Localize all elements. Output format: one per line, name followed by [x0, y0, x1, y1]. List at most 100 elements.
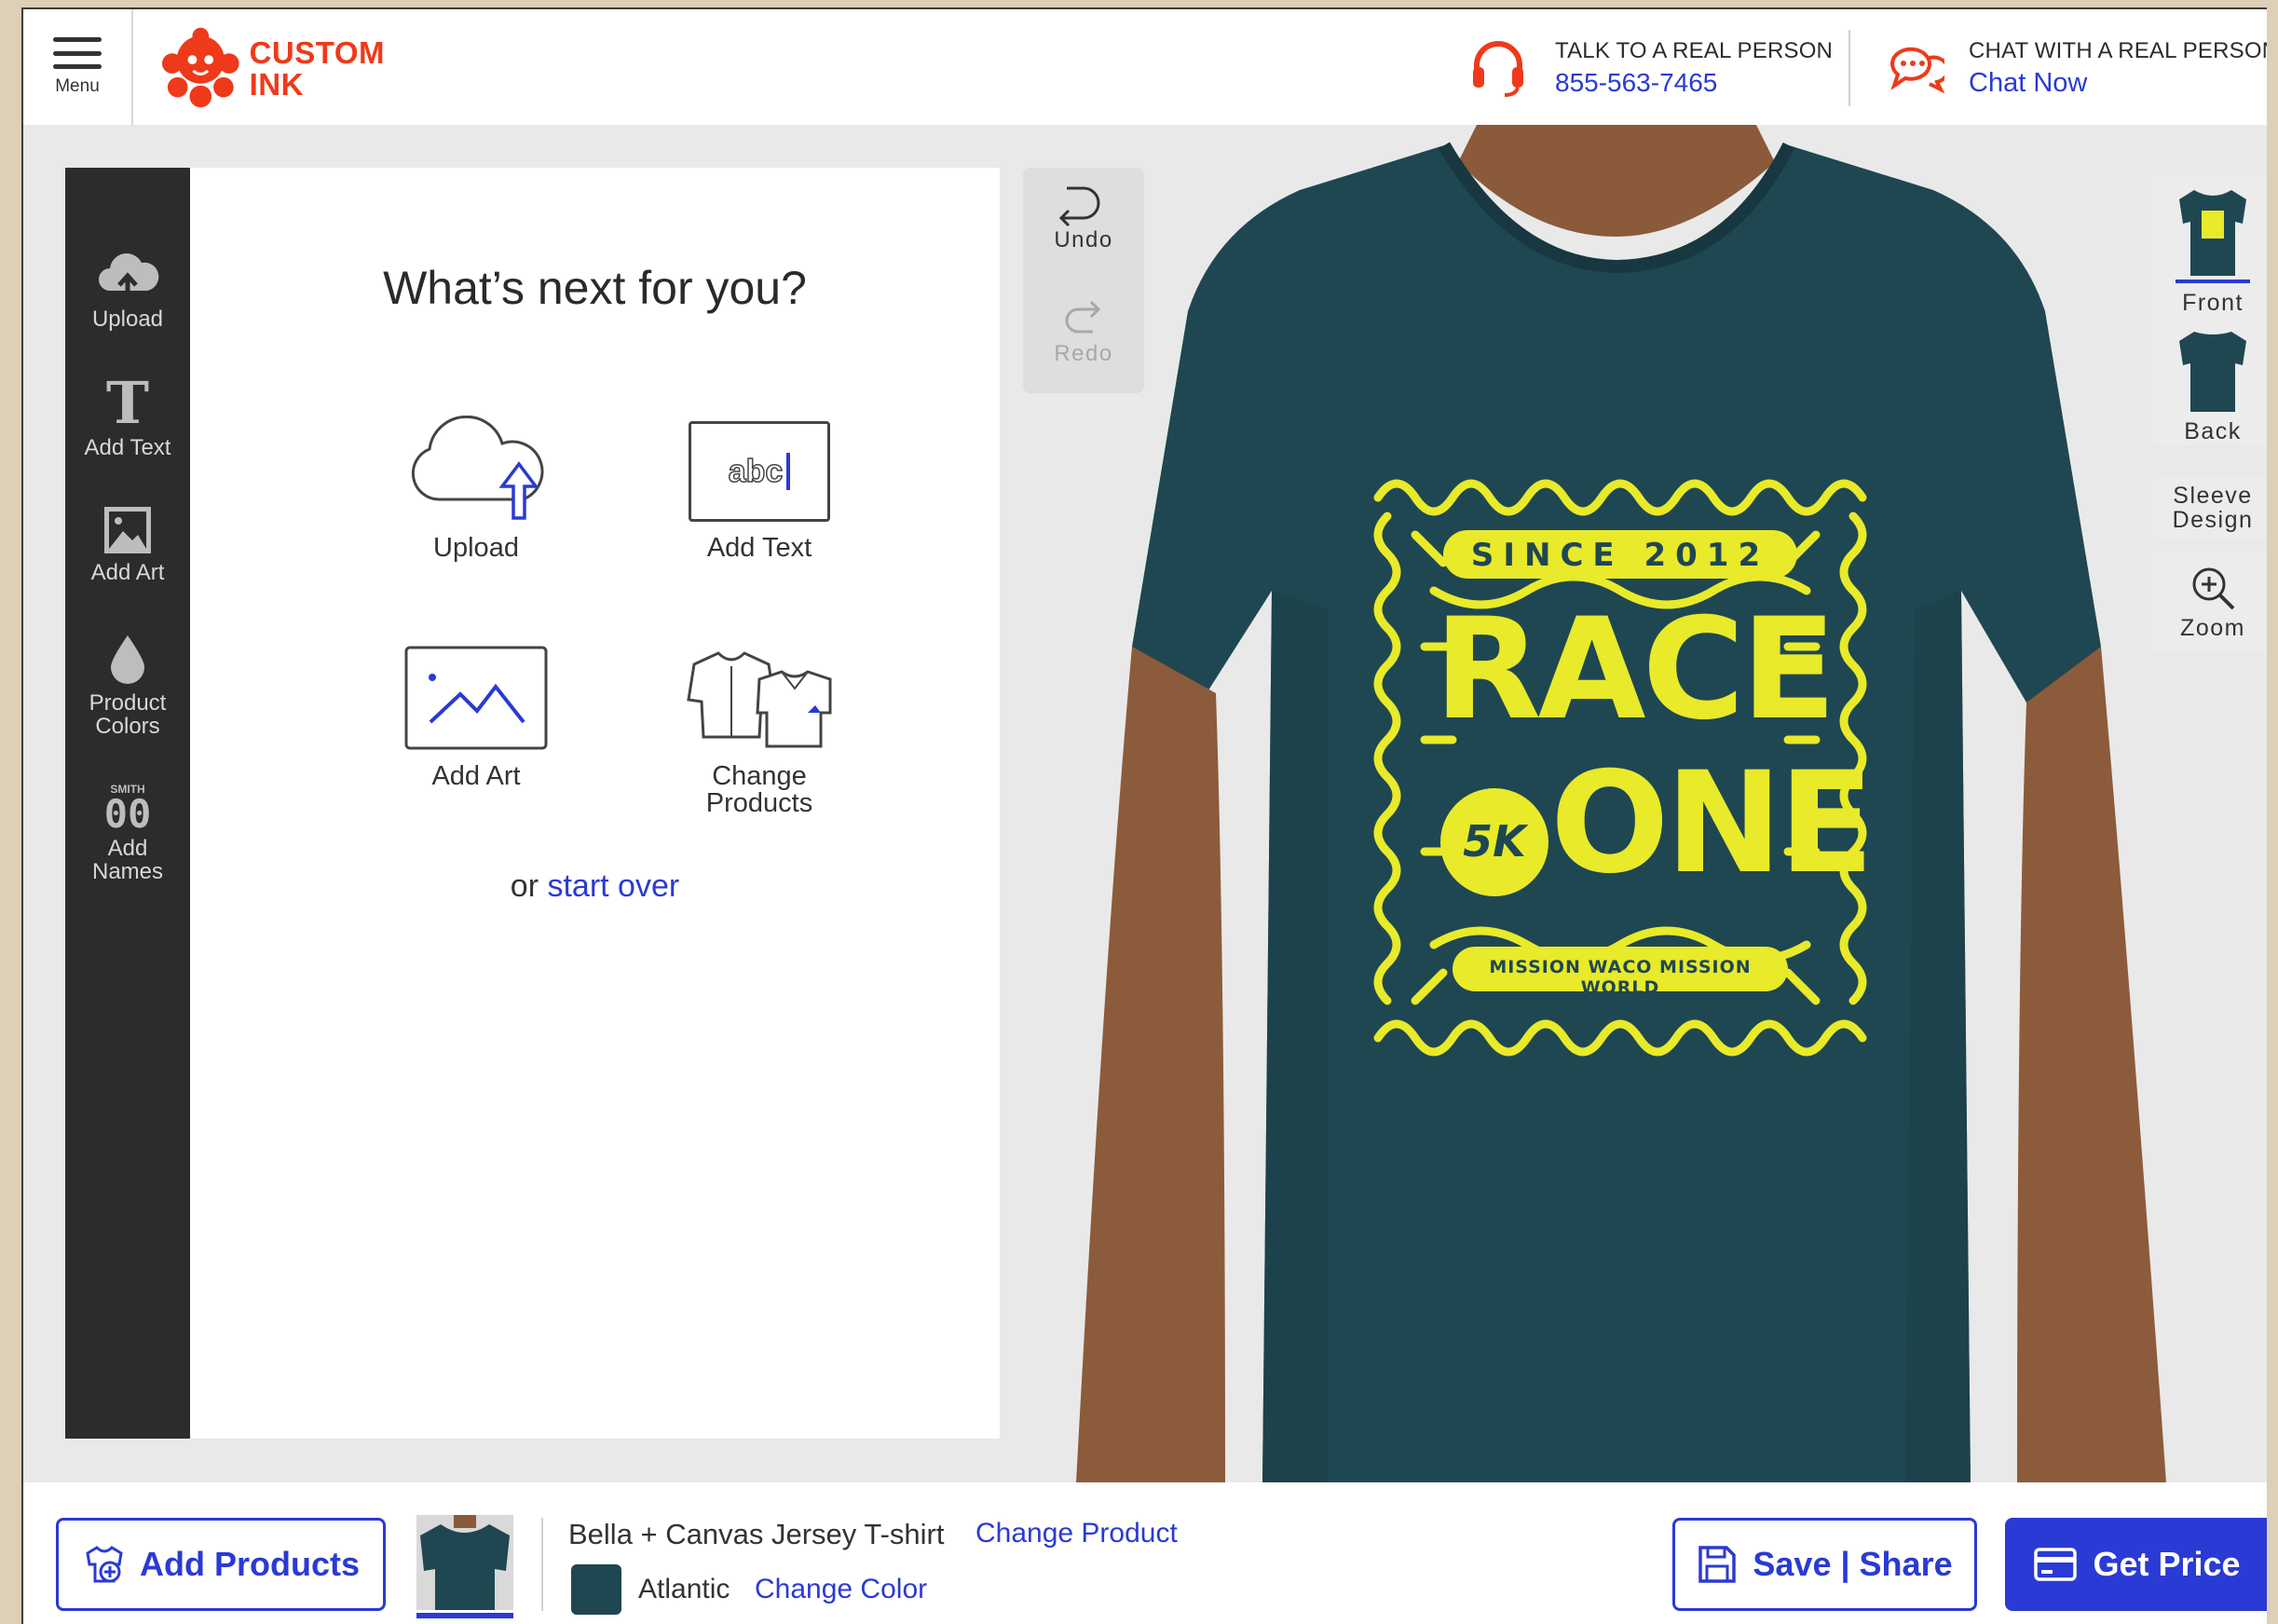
chat-now-link[interactable]: Chat Now: [1969, 68, 2267, 99]
zoom-button[interactable]: Zoom: [2152, 552, 2267, 652]
color-swatch: [571, 1564, 621, 1615]
tool-add-text[interactable]: T Add Text: [65, 369, 190, 460]
color-drop-icon: [111, 635, 144, 684]
save-disk-icon: [1698, 1546, 1737, 1583]
sleeve-design-button[interactable]: Sleeve Design: [2152, 477, 2267, 539]
selected-product-indicator: [416, 1613, 513, 1618]
add-products-button[interactable]: Add Products: [56, 1518, 386, 1611]
panel-title: What’s next for you?: [383, 262, 807, 314]
add-product-icon: [86, 1546, 123, 1583]
text-box-icon: abc: [689, 421, 830, 522]
start-over-link[interactable]: start over: [547, 868, 679, 904]
chat-label: CHAT WITH A REAL PERSON: [1969, 37, 2267, 63]
tool-upload[interactable]: Upload: [65, 250, 190, 331]
menu-label: Menu: [55, 76, 100, 96]
save-share-button[interactable]: Save | Share: [1672, 1518, 1977, 1611]
names-numbers-icon: SMITH 00: [103, 783, 152, 837]
option-change-products-label-2: Products: [705, 788, 813, 818]
option-change-products-label-1: Change: [712, 761, 807, 791]
tool-add-art-label: Add Art: [90, 560, 165, 585]
phone-number[interactable]: 855-563-7465: [1555, 68, 1833, 98]
option-upload[interactable]: Upload: [364, 401, 588, 562]
print-design[interactable]: SINCE 2012 RACE ONE 5K MISSION WACO MISS…: [1369, 460, 1875, 1075]
sleeve-label-2: Design: [2172, 507, 2254, 533]
option-change-products[interactable]: Change Products: [648, 629, 871, 817]
picture-icon: [404, 646, 548, 750]
zoom-in-icon: [2192, 567, 2235, 610]
chat-bubbles-icon: [1889, 47, 1944, 94]
product-name: Bella + Canvas Jersey T-shirt: [568, 1518, 945, 1550]
change-product-link[interactable]: Change Product: [975, 1518, 1178, 1549]
view-front[interactable]: Front: [2176, 184, 2250, 315]
header-divider: [1848, 30, 1850, 106]
get-price-button[interactable]: Get Price: [2005, 1518, 2267, 1611]
view-front-label: Front: [2182, 290, 2244, 316]
tool-product-colors-label-2: Colors: [95, 714, 160, 739]
option-add-text[interactable]: abc Add Text: [648, 401, 871, 562]
zoom-label: Zoom: [2180, 615, 2245, 641]
redo-button[interactable]: Redo: [1023, 294, 1144, 367]
view-selector: Front Back: [2152, 175, 2267, 445]
design-race-text: RACE: [1434, 589, 1836, 751]
undo-icon: [1058, 186, 1100, 227]
menu-button[interactable]: Menu: [23, 9, 133, 125]
top-header: Menu CUSTOM INK TALK TO A REAL PERSON 85…: [23, 9, 2267, 125]
view-back-label: Back: [2184, 418, 2242, 444]
octopus-logo-icon: [161, 27, 239, 108]
product-thumbnail[interactable]: [416, 1515, 513, 1610]
history-controls: Undo Redo: [1023, 168, 1144, 393]
option-add-art-label: Add Art: [431, 761, 521, 791]
bottom-bar: Add Products Bella + Canvas Jersey T-shi…: [23, 1482, 2267, 1624]
design-5k-badge: 5K: [1463, 816, 1526, 867]
start-over-line: or start over: [190, 868, 1000, 905]
undo-label: Undo: [1054, 227, 1113, 252]
redo-icon: [1065, 300, 1101, 334]
front-thumbnail: [2176, 184, 2250, 278]
design-mission-text: MISSION WACO MISSION WORLD: [1489, 957, 1752, 998]
app-window: Menu CUSTOM INK TALK TO A REAL PERSON 85…: [21, 7, 2267, 1624]
logo-line-2: INK: [249, 67, 304, 102]
whats-next-panel: What’s next for you? Upload abc Add Text…: [190, 168, 1000, 1439]
view-back[interactable]: Back: [2176, 328, 2250, 444]
or-text: or: [510, 868, 548, 904]
get-price-label: Get Price: [2093, 1545, 2241, 1583]
text-t-icon: T: [105, 369, 150, 437]
tshirt-thumbnail-icon: [420, 1515, 510, 1610]
add-products-label: Add Products: [139, 1545, 360, 1583]
credit-card-icon: [2034, 1548, 2078, 1581]
save-share-label: Save | Share: [1753, 1545, 1953, 1583]
tool-product-colors-label-1: Product: [89, 690, 167, 716]
design-canvas-area: SINCE 2012 RACE ONE 5K MISSION WACO MISS…: [23, 125, 2267, 1482]
design-since-text: SINCE 2012: [1470, 537, 1770, 574]
design-one-text: ONE: [1550, 743, 1875, 905]
redo-label: Redo: [1054, 341, 1113, 366]
hamburger-icon: [53, 37, 102, 69]
tool-add-art[interactable]: Add Art: [65, 505, 190, 584]
option-upload-label: Upload: [433, 533, 519, 563]
chat-with-person[interactable]: CHAT WITH A REAL PERSON Chat Now: [1887, 26, 2267, 110]
tool-product-colors[interactable]: Product Colors: [65, 634, 190, 738]
sleeve-label-1: Sleeve: [2173, 483, 2253, 509]
footer-divider: [541, 1518, 543, 1611]
tool-add-names-label-1: Add: [107, 836, 148, 861]
logo-line-1: CUSTOM: [249, 35, 385, 70]
back-thumbnail: [2176, 328, 2250, 412]
tool-rail: Upload T Add Text Add Art Product Colors…: [65, 168, 190, 1439]
change-color-link[interactable]: Change Color: [755, 1574, 927, 1605]
headset-icon: [1473, 41, 1523, 97]
logo-wordmark: CUSTOM INK: [250, 37, 385, 101]
option-add-text-label: Add Text: [706, 533, 812, 563]
tool-add-names[interactable]: SMITH 00 Add Names: [65, 783, 190, 883]
color-name: Atlantic: [638, 1574, 730, 1604]
shirts-icon: [687, 651, 832, 748]
tool-add-text-label: Add Text: [84, 435, 171, 460]
custom-ink-logo[interactable]: CUSTOM INK: [161, 24, 385, 114]
option-add-art[interactable]: Add Art: [364, 629, 588, 790]
cloud-upload-icon: [411, 416, 544, 520]
cloud-upload-icon: [99, 253, 159, 300]
talk-label: TALK TO A REAL PERSON: [1555, 38, 1834, 63]
undo-button[interactable]: Undo: [1023, 181, 1144, 253]
talk-to-person[interactable]: TALK TO A REAL PERSON 855-563-7465: [1467, 26, 1833, 110]
tool-upload-label: Upload: [91, 307, 164, 332]
tool-add-names-label-2: Names: [91, 859, 164, 884]
